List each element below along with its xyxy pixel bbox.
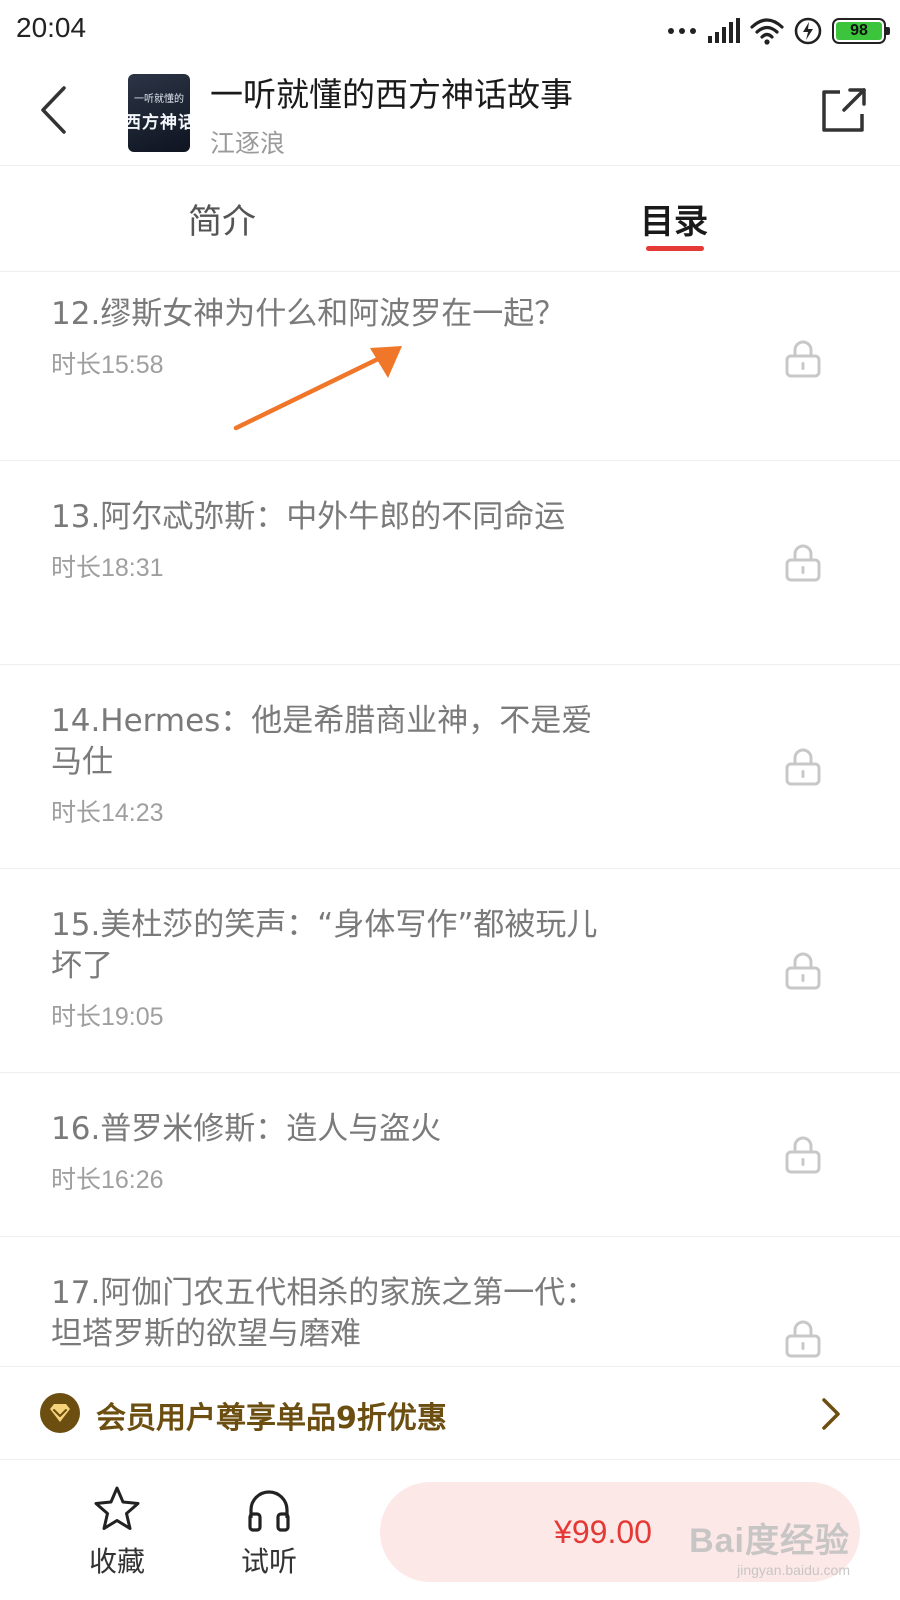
episode-duration: 时长15:58 [51,351,164,379]
watermark: Bai度经验 jingyan.baidu.com [689,1513,850,1578]
status-icons: 98 [668,14,890,48]
active-tab-indicator [646,246,704,251]
headphones-icon [248,1490,290,1532]
episode-duration: 时长19:05 [51,1003,164,1031]
lock-icon [785,544,821,582]
chevron-right-icon [822,1398,840,1430]
lock-icon [785,748,821,786]
lock-icon [785,340,821,378]
list-item[interactable]: 17.阿伽门农五代相杀的家族之第一代：坦塔罗斯的欲望与磨难 [0,1237,900,1366]
book-cover[interactable]: 一听就懂的 西方神话故 [128,74,190,152]
favorite-button[interactable]: 收藏 [72,1484,162,1580]
episode-duration: 时长16:26 [51,1166,164,1194]
wifi-icon [750,18,784,45]
list-item[interactable]: 13.阿尔忒弥斯：中外牛郎的不同命运 时长18:31 [0,461,900,665]
app-header: 一听就懂的 西方神话故 一听就懂的西方神话故事 江逐浪 [0,62,900,166]
bottom-action-bar: 收藏 试听 ¥99.00 Bai度经验 jingyan.baidu.com [0,1460,900,1600]
book-title: 一听就懂的西方神话故事 [210,75,573,114]
episode-title: 16.普罗米修斯：造人与盗火 [51,1111,442,1147]
lock-icon [785,1320,821,1358]
promo-text: 会员用户尊享单品9折优惠 [96,1401,447,1436]
list-item[interactable]: 16.普罗米修斯：造人与盗火 时长16:26 [0,1073,900,1237]
share-button[interactable] [818,84,870,136]
episode-list[interactable]: 12.缪斯女神为什么和阿波罗在一起？ 时长15:58 13.阿尔忒弥斯：中外牛郎… [0,272,900,1366]
back-button[interactable] [28,80,78,140]
vip-diamond-icon [40,1393,80,1433]
more-dots-icon [668,28,696,34]
battery-icon: 98 [832,18,890,44]
lock-icon [785,952,821,990]
signal-icon [708,18,740,43]
share-icon [822,88,866,132]
cover-top-text: 一听就懂的 [134,94,184,105]
battery-level: 98 [836,22,882,40]
status-bar: 20:04 98 [0,0,900,62]
episode-title: 15.美杜莎的笑声：“身体写作”都被玩儿坏了 [51,907,598,984]
charging-icon [794,17,822,45]
episode-duration: 时长18:31 [51,554,164,582]
cover-title-text: 西方神话故 [128,113,190,133]
episode-title: 13.阿尔忒弥斯：中外牛郎的不同命运 [51,499,566,535]
episode-title: 17.阿伽门农五代相杀的家族之第一代：坦塔罗斯的欲望与磨难 [51,1275,597,1352]
watermark-logo: Bai度经验 [689,1522,850,1560]
list-item[interactable]: 14.Hermes：他是希腊商业神，不是爱马仕 时长14:23 [0,665,900,869]
tab-intro[interactable]: 简介 [188,194,256,243]
trial-listen-button[interactable]: 试听 [224,1484,314,1580]
tab-toc[interactable]: 目录 [640,194,708,243]
list-item[interactable]: 15.美杜莎的笑声：“身体写作”都被玩儿坏了 时长19:05 [0,869,900,1073]
tab-bar: 简介 目录 [0,166,900,272]
favorite-label: 收藏 [88,1545,145,1578]
star-icon [94,1486,140,1530]
status-time: 20:04 [16,12,87,43]
chevron-left-icon [41,86,66,134]
episode-duration: 时长14:23 [51,799,164,827]
member-promo-bar[interactable]: 会员用户尊享单品9折优惠 [0,1366,900,1460]
book-author[interactable]: 江逐浪 [210,124,285,160]
price-label: ¥99.00 [554,1513,652,1550]
trial-listen-label: 试听 [240,1545,297,1578]
list-item[interactable]: 12.缪斯女神为什么和阿波罗在一起？ 时长15:58 [0,272,900,461]
lock-icon [785,1136,821,1174]
watermark-url: jingyan.baidu.com [737,1562,850,1578]
episode-title: 12.缪斯女神为什么和阿波罗在一起？ [51,296,566,332]
episode-title: 14.Hermes：他是希腊商业神，不是爱马仕 [51,703,593,780]
